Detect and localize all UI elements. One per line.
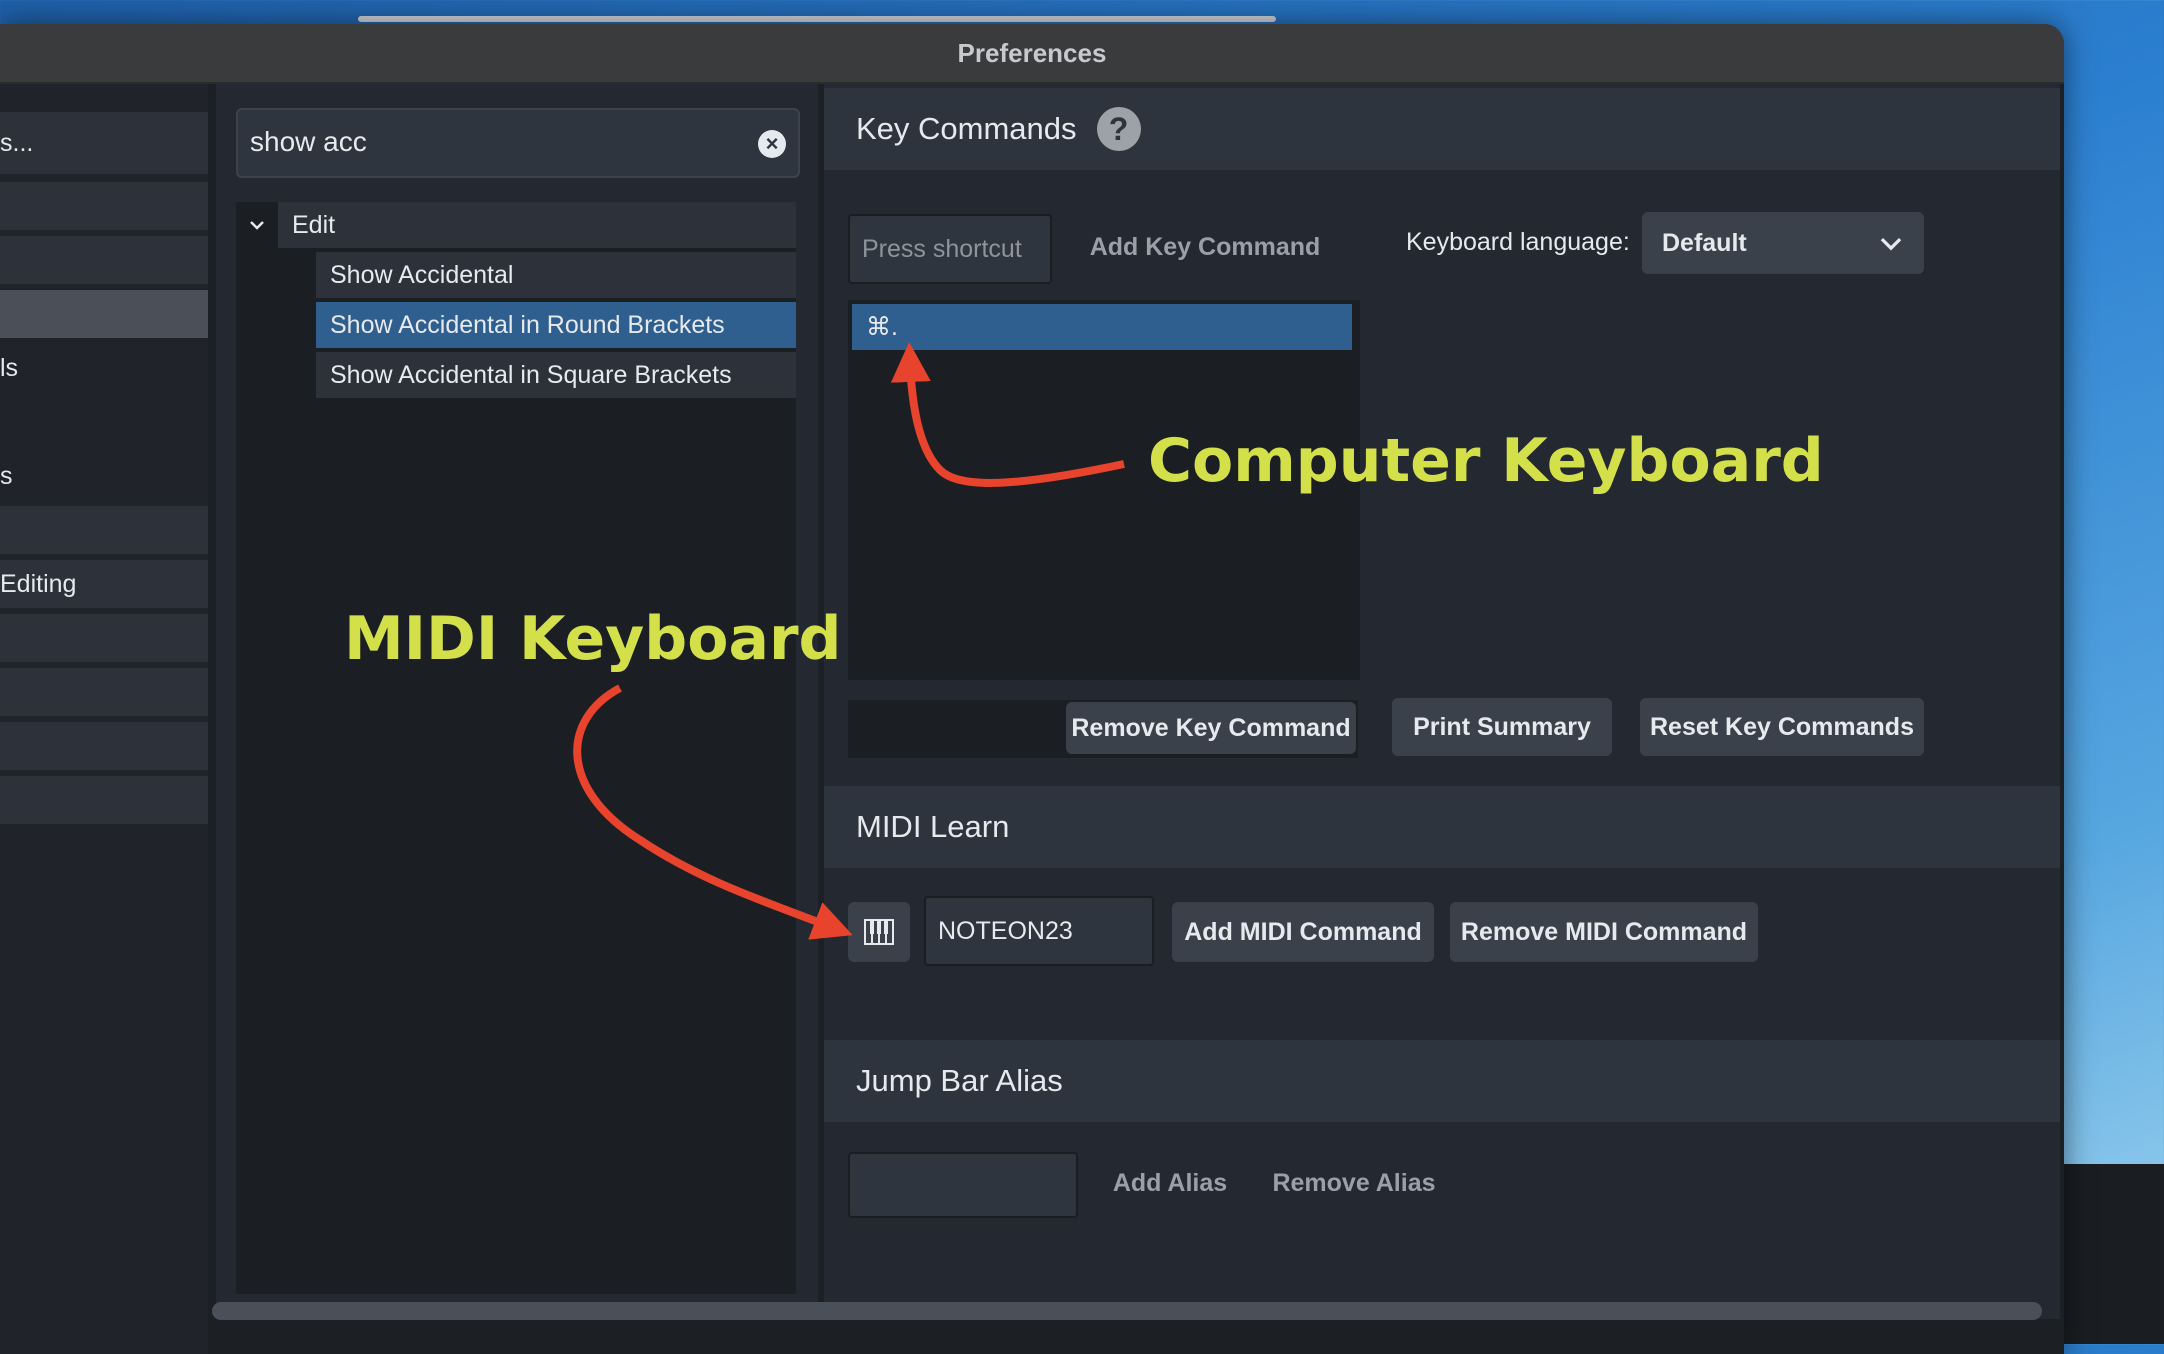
horizontal-scrollbar[interactable]	[212, 1302, 2042, 1320]
chevron-down-icon	[1880, 237, 1902, 251]
remove-key-command-button[interactable]: Remove Key Command	[1066, 702, 1356, 754]
title-bar[interactable]: Preferences	[0, 24, 2064, 84]
tree-item-label: Show Accidental in Square Brackets	[330, 360, 732, 389]
search-field[interactable]: show acc ×	[236, 108, 800, 178]
add-key-command-button[interactable]: Add Key Command	[1060, 218, 1350, 276]
remove-midi-command-button[interactable]: Remove MIDI Command	[1450, 902, 1758, 962]
tree-group-label: Edit	[292, 210, 336, 239]
chevron-down-icon[interactable]	[236, 202, 278, 248]
key-commands-header: Key Commands ?	[824, 88, 2060, 170]
category-item[interactable]	[0, 668, 208, 716]
command-tree-panel: show acc × Edit Show Accidental Show Acc…	[216, 84, 818, 1319]
help-icon[interactable]: ?	[1096, 107, 1141, 151]
tree-item[interactable]: Show Accidental	[316, 252, 796, 298]
keyboard-language-label: Keyboard language:	[1406, 228, 1630, 256]
tree-item[interactable]: Show Accidental in Square Brackets	[316, 352, 796, 398]
desktop-dock-area	[2060, 1164, 2164, 1344]
midi-keyboard-annotation: MIDI Keyboard	[344, 604, 842, 674]
category-item-selected[interactable]	[0, 290, 208, 338]
midi-learn-header: MIDI Learn	[824, 786, 2060, 868]
category-item[interactable]	[0, 236, 208, 284]
section-title: MIDI Learn	[856, 809, 1010, 844]
category-label: ls	[0, 353, 19, 382]
piano-keys-icon	[864, 919, 894, 945]
preferences-window: Preferences s... ls s Editing show acc ×…	[0, 24, 2064, 1354]
add-alias-button[interactable]: Add Alias	[1100, 1154, 1240, 1212]
remove-alias-button[interactable]: Remove Alias	[1264, 1154, 1444, 1212]
tree-item-selected[interactable]: Show Accidental in Round Brackets	[316, 302, 796, 348]
category-item[interactable]	[0, 722, 208, 770]
category-item[interactable]: ls	[0, 344, 208, 392]
window-title: Preferences	[957, 37, 1107, 68]
section-title: Key Commands	[856, 111, 1077, 146]
add-midi-command-button[interactable]: Add MIDI Command	[1172, 902, 1434, 962]
midi-command-input[interactable]: NOTEON23	[924, 896, 1154, 966]
category-label: Editing	[0, 569, 77, 598]
category-item[interactable]: Editing	[0, 560, 208, 608]
clear-search-icon[interactable]: ×	[758, 130, 786, 158]
top-progress-bar	[358, 16, 1276, 22]
midi-command-value: NOTEON23	[938, 916, 1073, 945]
alias-input[interactable]	[848, 1152, 1078, 1218]
category-item[interactable]	[0, 182, 208, 230]
shortcut-item-selected[interactable]: ⌘.	[852, 304, 1352, 350]
computer-keyboard-annotation: Computer Keyboard	[1148, 426, 1824, 496]
jump-bar-alias-header: Jump Bar Alias	[824, 1040, 2060, 1122]
category-list: s... ls s Editing	[0, 84, 208, 1354]
category-item[interactable]	[0, 506, 208, 554]
category-item[interactable]: s	[0, 452, 208, 500]
midi-learn-button[interactable]	[848, 902, 910, 962]
command-detail-panel: Key Commands ? Press shortcut Add Key Co…	[824, 84, 2060, 1319]
shortcut-placeholder: Press shortcut	[862, 234, 1022, 263]
search-input[interactable]: show acc	[250, 126, 367, 158]
shortcut-input[interactable]: Press shortcut	[848, 214, 1052, 284]
keyboard-language-value: Default	[1662, 228, 1747, 257]
tree-item-label: Show Accidental	[330, 260, 514, 289]
tree-item-label: Show Accidental in Round Brackets	[330, 310, 725, 339]
section-title: Jump Bar Alias	[856, 1063, 1063, 1098]
command-tree: Edit Show Accidental Show Accidental in …	[236, 202, 796, 1294]
category-label: s	[0, 461, 13, 490]
reset-key-commands-button[interactable]: Reset Key Commands	[1640, 698, 1924, 756]
category-label: s...	[0, 128, 34, 157]
category-item[interactable]	[0, 776, 208, 824]
shortcut-label: ⌘.	[866, 313, 898, 341]
print-summary-button[interactable]: Print Summary	[1392, 698, 1612, 756]
tree-group-edit[interactable]: Edit	[278, 202, 796, 248]
category-item[interactable]: s...	[0, 112, 208, 174]
keyboard-language-select[interactable]: Default	[1642, 212, 1924, 274]
category-item[interactable]	[0, 614, 208, 662]
